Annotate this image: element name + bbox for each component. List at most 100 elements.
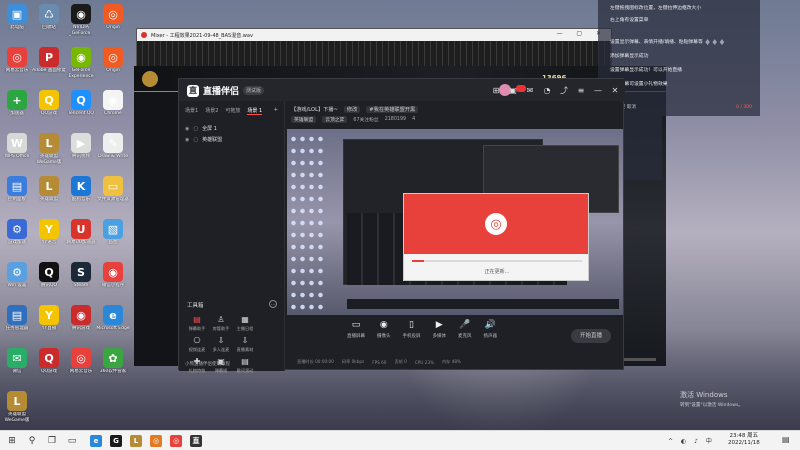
tab-scene-1[interactable]: 场景1 (185, 107, 198, 115)
source-label: 直播屏幕 (347, 334, 365, 339)
desktop-icon[interactable]: ◉NVIDIA GeForce Experience (64, 4, 98, 44)
windows-start-icon[interactable]: ⊞ (6, 435, 18, 447)
desktop-icon[interactable]: ◉ 腾讯游戏 (64, 305, 98, 345)
desktop-icon[interactable]: Y YY语音 (32, 219, 66, 259)
desktop-icon[interactable]: ◎ 网易云音乐 (64, 348, 98, 388)
start-live-button[interactable]: 开始直播 (571, 329, 611, 343)
desktop-icon[interactable]: ▣ 此电脑 (0, 4, 34, 44)
desktop-icon[interactable]: ◉ 微信小程序 (96, 262, 130, 302)
lock-icon[interactable]: ▢ (193, 137, 198, 143)
desktop-icon[interactable]: ✿ 360软件管家 (96, 348, 130, 388)
desktop-icon[interactable]: ▤ 控制面板 (0, 176, 34, 216)
tab-scene-3[interactable]: 可拖放 (225, 107, 240, 115)
desktop-icon[interactable]: Q 腾讯QQ (32, 262, 66, 302)
desktop-icon[interactable]: ✎ Draw & Write (96, 133, 130, 173)
tutorial-link[interactable]: 小熊直播伴侣使用教程 (179, 359, 285, 371)
live-companion-icon[interactable]: 直 (190, 435, 202, 447)
source-button[interactable]: 🔊 扬声器 (484, 319, 498, 339)
toolbox-item[interactable]: ⇩ 直播素材 (233, 336, 257, 353)
toolbox-item[interactable]: ⎔ 视频连麦 (185, 336, 209, 353)
desktop-icon[interactable]: ▶ 腾讯视频 (64, 133, 98, 173)
desktop-icon[interactable]: L 英雄联盟 WeGame版 (0, 391, 34, 431)
box-icon[interactable]: ▣ (509, 86, 517, 95)
desktop-icon[interactable]: e Microsoft Edge (96, 305, 130, 345)
source-button[interactable]: ▶ 多媒体 (433, 319, 447, 339)
desktop-icon[interactable]: + 加速器 (0, 90, 34, 130)
app-icon: ▶ (71, 133, 91, 153)
task-view-icon[interactable]: ❐ (46, 435, 58, 447)
app-icon: ▤ (7, 176, 27, 196)
toolbox-item[interactable]: ▦ 主播日程 (233, 315, 257, 332)
mode-tag[interactable]: 云顶之弈 (322, 116, 348, 123)
search-icon[interactable]: ⚲ (26, 435, 38, 447)
edge-icon[interactable]: e (90, 435, 102, 447)
desktop-icon[interactable]: S Steam (64, 262, 98, 302)
tab-scene-2[interactable]: 场景2 (205, 107, 218, 115)
system-tray-icons[interactable]: ^ ◐ ♪ 中 (668, 436, 715, 445)
menu-icon[interactable]: ≡ (577, 86, 585, 95)
desktop-icon[interactable]: K 酷狗音乐 (64, 176, 98, 216)
desktop-icon[interactable]: ⚙ Win 设置 (0, 262, 34, 302)
desktop-icon[interactable]: P Adobe 画面修复 (32, 47, 66, 87)
minimize-icon[interactable]: — (594, 86, 602, 95)
gift-icon[interactable]: ⊞ (492, 86, 500, 95)
eye-icon[interactable]: ◉ (185, 137, 189, 143)
source-button[interactable]: ▭ 直播屏幕 (347, 319, 365, 339)
mixer-titlebar[interactable]: Mixer - 工程效果2021-09-48_BAS混音.wav — ▢ ✕ (137, 29, 611, 41)
source-button[interactable]: ◉ 摄像头 (377, 319, 391, 339)
desktop-icon[interactable]: ⚙ 游戏加速 (0, 219, 34, 259)
desktop-icon[interactable]: ♺ 回收站 (32, 4, 66, 44)
browser-icon[interactable]: ◎ (150, 435, 162, 447)
desktop-icon[interactable]: L 英雄联盟 WeGame版 (32, 133, 66, 173)
lock-icon[interactable]: ▢ (193, 126, 198, 132)
bell-icon[interactable]: ◔ (543, 86, 551, 95)
desktop-icon[interactable]: Q QQ游戏 (32, 348, 66, 388)
desktop-icon[interactable]: ◎ Origin (96, 4, 130, 44)
toolbox-item[interactable]: ▤ 弹幕助手 (185, 315, 209, 332)
close-icon[interactable]: ✕ (611, 86, 619, 95)
toolbox-item[interactable]: ⇩ 多人连麦 (209, 336, 233, 353)
source-button[interactable]: 🎤 麦克风 (458, 319, 472, 339)
clock[interactable]: 23:48 周五 2022/11/18 (728, 433, 760, 447)
list-item[interactable]: ◉ ▢ 全屏 1 (179, 123, 284, 134)
notification-icon[interactable]: ▤ (782, 435, 790, 444)
desktop-icon[interactable]: Y YY直播 (32, 305, 66, 345)
desktop-icon[interactable]: ▭ 文件资源管理器 (96, 176, 130, 216)
game-client-left (134, 92, 182, 366)
desktop-icon[interactable]: U 网易UU加速器 (64, 219, 98, 259)
desktop-icon[interactable]: Q QQ游戏 (32, 90, 66, 130)
eye-icon[interactable]: ◉ (185, 126, 189, 132)
desktop-icon[interactable]: W WPS Office (0, 133, 34, 173)
scene-label: 全屏 1 (202, 126, 217, 132)
desktop-icon[interactable]: ◎ Origin (96, 47, 130, 87)
source-button[interactable]: ▯ 手机投屏 (403, 319, 421, 339)
live-companion-window[interactable]: 直 直播伴侣 测试版 ⊞ ▣ ✉ ◔ ⤴ ≡ — ✕ 场景1 场景2 可拖放 场… (178, 78, 625, 373)
file-explorer-icon[interactable]: ▭ (66, 435, 78, 447)
game-volume-bar[interactable] (622, 358, 656, 361)
toolbox-item[interactable]: ♙ 房管助手 (209, 315, 233, 332)
desktop-icon[interactable]: Q Tencent QQ (64, 90, 98, 130)
edit-title-button[interactable]: 修改 (343, 106, 361, 113)
netease-icon[interactable]: ◎ (170, 435, 182, 447)
lol-icon[interactable]: L (130, 435, 142, 447)
mixer-window[interactable]: Mixer - 工程效果2021-09-48_BAS混音.wav — ▢ ✕ (136, 28, 612, 69)
add-scene-button[interactable]: + (274, 107, 278, 115)
desktop-icon[interactable]: L 英雄联盟 (32, 176, 66, 216)
stream-preview[interactable]: ◎ 正在更新... (287, 129, 623, 315)
app-icon: ✎ (103, 133, 123, 153)
tab-scene-4[interactable]: 场景 1 (247, 107, 263, 115)
desktop-icon[interactable]: ▧ 画图 (96, 219, 130, 259)
more-icon[interactable]: … (269, 300, 277, 308)
app-icon: ◉ (103, 262, 123, 282)
desktop-icon[interactable]: ▤ 任务管理器 (0, 305, 34, 345)
desktop-icon[interactable]: ◉ GeForce Experience (64, 47, 98, 87)
desktop-icon[interactable]: ◉ Chrome (96, 90, 130, 130)
category-tag[interactable]: #我在英雄联盟开黑 (366, 106, 419, 113)
game-tag[interactable]: 英雄联盟 (291, 116, 317, 123)
list-item[interactable]: ◉ ▢ 英雄联盟 (179, 134, 284, 145)
desktop-icon[interactable]: ◎ 网易云音乐 (0, 47, 34, 87)
share-icon[interactable]: ⤴ (560, 85, 568, 96)
mail-icon[interactable]: ✉ (526, 86, 534, 95)
game-app-icon[interactable]: G (110, 435, 122, 447)
desktop-icon[interactable]: ✉ 微信 (0, 348, 34, 388)
